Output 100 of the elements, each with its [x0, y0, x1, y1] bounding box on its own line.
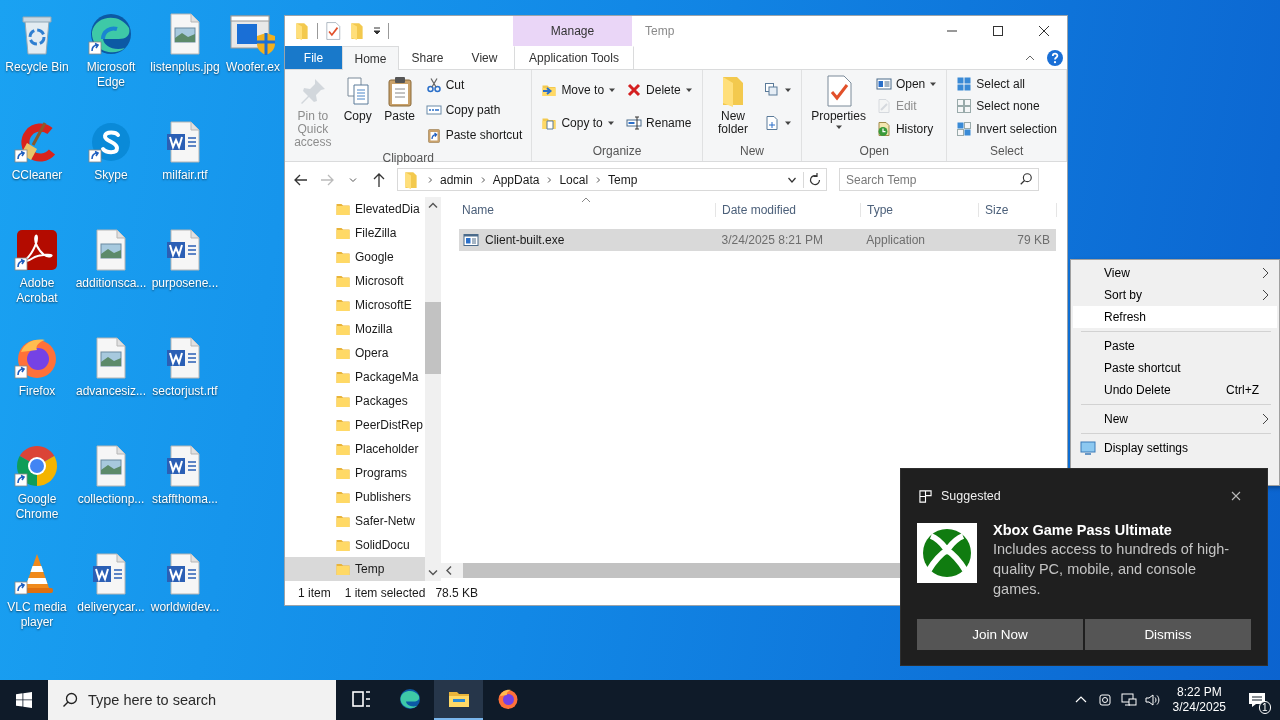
- column-header[interactable]: Name: [456, 203, 716, 217]
- ribbon-button[interactable]: New folder: [708, 73, 758, 144]
- search-field[interactable]: Search Temp: [839, 168, 1039, 191]
- path-icon: [425, 102, 442, 118]
- help-icon[interactable]: [1047, 49, 1063, 66]
- ribbon-button[interactable]: Select none: [953, 96, 1060, 117]
- scroll-thumb[interactable]: [425, 302, 441, 374]
- folder-icon: [335, 537, 351, 553]
- ribbon-button[interactable]: Properties: [808, 73, 869, 144]
- network-icon[interactable]: [1120, 692, 1137, 708]
- up-icon[interactable]: [371, 171, 387, 188]
- ribbon-tab[interactable]: Application Tools: [514, 46, 634, 69]
- menu-item[interactable]: Sort by: [1073, 284, 1277, 306]
- ribbon-button[interactable]: Select all: [953, 74, 1060, 95]
- ribbon-button[interactable]: Paste: [380, 73, 419, 151]
- sort-caret-icon: [581, 197, 591, 203]
- nav-item[interactable]: Safer-Netw: [285, 509, 425, 533]
- file-row[interactable]: Client-built.exe 3/24/2025 8:21 PM Application 79 KB: [459, 229, 1056, 251]
- ribbon-tab[interactable]: Home: [342, 46, 399, 70]
- clipboard-icon: [425, 126, 442, 143]
- ribbon-button[interactable]: Copy: [338, 73, 377, 151]
- chevron-icon: [1261, 289, 1269, 301]
- ribbon-button[interactable]: Copy path: [422, 100, 526, 120]
- clock-date[interactable]: 3/24/2025: [1172, 700, 1226, 715]
- nav-item[interactable]: Temp: [285, 557, 425, 581]
- folder-icon: [335, 297, 351, 313]
- nav-item[interactable]: Placeholder: [285, 437, 425, 461]
- status-text: 1 item: [298, 586, 331, 600]
- ribbon-button[interactable]: Delete: [623, 79, 696, 100]
- nav-item[interactable]: Packages: [285, 389, 425, 413]
- menu-item[interactable]: Display settings: [1073, 437, 1277, 459]
- delete-icon: [626, 81, 643, 98]
- taskbar-button[interactable]: [434, 680, 483, 720]
- camera-icon[interactable]: [1096, 692, 1113, 708]
- menu-item[interactable]: Undo Delete Ctrl+Z: [1073, 379, 1277, 401]
- nav-item[interactable]: Opera: [285, 341, 425, 365]
- menu-item[interactable]: Paste: [1073, 335, 1277, 357]
- clock-time[interactable]: 8:22 PM: [1176, 685, 1222, 700]
- scrollbar[interactable]: [425, 197, 441, 581]
- menu-item[interactable]: New: [1073, 408, 1277, 430]
- column-header[interactable]: Type: [861, 203, 979, 217]
- breadcrumb[interactable]: Temp: [608, 172, 638, 187]
- ribbon-button[interactable]: Rename: [623, 113, 696, 134]
- speaker-icon[interactable]: [1144, 692, 1161, 708]
- nav-item[interactable]: Google: [285, 245, 425, 269]
- browser-icon: [397, 687, 422, 711]
- taskbar-search-field[interactable]: Type here to search: [48, 680, 336, 720]
- application-icon: [463, 232, 479, 248]
- ribbon-button[interactable]: Move to: [538, 79, 620, 100]
- ribbon-button[interactable]: Paste shortcut: [422, 124, 526, 145]
- address-bar[interactable]: admin AppData Local Temp: [397, 168, 827, 191]
- rename-icon: [626, 115, 643, 132]
- nav-item[interactable]: SolidDocu: [285, 533, 425, 557]
- notification-message: Includes access to hundreds of high-quality PC, mobile, and console games.: [993, 540, 1231, 599]
- new-item-icon: [764, 81, 781, 98]
- nav-item[interactable]: Publishers: [285, 485, 425, 509]
- nav-item[interactable]: Microsoft: [285, 269, 425, 293]
- nav-item[interactable]: FileZilla: [285, 221, 425, 245]
- menu-item[interactable]: Refresh: [1073, 306, 1277, 328]
- ribbon-tab[interactable]: Share: [399, 46, 456, 69]
- notification-button[interactable]: Dismiss: [1085, 619, 1251, 650]
- caret-icon[interactable]: [372, 26, 382, 36]
- menu-item[interactable]: Paste shortcut: [1073, 357, 1277, 379]
- group-label: Clipboard: [381, 151, 435, 166]
- breadcrumb[interactable]: Local: [559, 172, 589, 187]
- column-header[interactable]: Size: [979, 203, 1057, 217]
- ribbon-button[interactable]: Open: [872, 74, 941, 95]
- nav-item[interactable]: ElevatedDia: [285, 197, 425, 221]
- nav-item[interactable]: Programs: [285, 461, 425, 485]
- folder-icon: [335, 513, 351, 529]
- ribbon-tab[interactable]: View: [456, 46, 513, 69]
- search-icon[interactable]: [1019, 172, 1033, 186]
- ribbon-button[interactable]: Cut: [422, 75, 526, 96]
- ribbon-tab[interactable]: File: [285, 46, 342, 69]
- folder-icon: [335, 273, 351, 289]
- menu-item[interactable]: View: [1073, 262, 1277, 284]
- nav-item[interactable]: MicrosoftE: [285, 293, 425, 317]
- breadcrumb[interactable]: AppData: [492, 172, 540, 187]
- notification-button[interactable]: Join Now: [917, 619, 1083, 650]
- select-all-icon: [956, 76, 973, 93]
- date-cell-text: 3/24/2025 8:21 PM: [720, 233, 824, 247]
- properties-icon[interactable]: [324, 22, 342, 40]
- game-logo-icon: [917, 523, 977, 583]
- status-text: 1 item selected: [344, 586, 426, 600]
- nav-item[interactable]: Mozilla: [285, 317, 425, 341]
- breadcrumb[interactable]: admin: [440, 172, 473, 187]
- close-icon: [1039, 26, 1049, 36]
- notification-center-button[interactable]: 1: [1234, 680, 1280, 720]
- close-icon[interactable]: [1231, 491, 1241, 501]
- app-icon: [919, 489, 932, 503]
- column-header[interactable]: Date modified: [716, 203, 861, 217]
- ribbon-button[interactable]: Invert selection: [953, 118, 1060, 139]
- ribbon-button[interactable]: History: [872, 118, 941, 139]
- notification-header: Suggested: [941, 489, 1001, 503]
- nav-item[interactable]: PackageMa: [285, 365, 425, 389]
- folder-icon: [335, 201, 351, 217]
- ribbon-button[interactable]: Copy to: [538, 113, 620, 134]
- nav-item[interactable]: PeerDistRep: [285, 413, 425, 437]
- chevron-icon: [1261, 267, 1269, 279]
- windows-logo-icon: [16, 692, 32, 708]
